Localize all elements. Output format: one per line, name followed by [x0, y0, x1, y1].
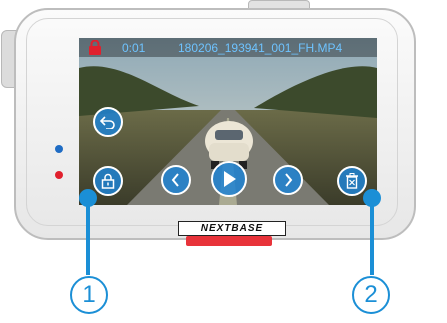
- play-icon: [224, 171, 236, 187]
- callout-2: 2: [352, 276, 390, 314]
- previous-icon: [171, 173, 179, 187]
- play-button[interactable]: [211, 161, 247, 197]
- record-button: [186, 236, 272, 246]
- video-filename: 180206_193941_001_FH.MP4: [178, 41, 343, 55]
- back-button[interactable]: [93, 107, 123, 137]
- back-icon: [100, 116, 115, 129]
- previous-button[interactable]: [161, 165, 191, 195]
- brand-logo: NEXTBASE: [178, 221, 286, 236]
- playback-time: 0:01: [122, 41, 146, 55]
- next-icon: [285, 173, 293, 187]
- dashcam-scene: 0:01 180206_193941_001_FH.MP4 NEXTBASE 1…: [0, 0, 447, 323]
- blue-led: [55, 145, 63, 153]
- callout-1-line: [86, 205, 90, 275]
- status-bar: 0:01 180206_193941_001_FH.MP4: [79, 38, 377, 57]
- delete-icon: [346, 173, 358, 189]
- protect-icon: [101, 173, 115, 189]
- callout-1: 1: [70, 276, 108, 314]
- locked-file-icon: [89, 40, 101, 55]
- next-button[interactable]: [273, 165, 303, 195]
- red-led: [55, 171, 63, 179]
- delete-button[interactable]: [337, 166, 367, 196]
- callout-2-line: [370, 205, 374, 275]
- protect-file-button[interactable]: [93, 166, 123, 196]
- video-playback-screen: 0:01 180206_193941_001_FH.MP4: [79, 38, 377, 205]
